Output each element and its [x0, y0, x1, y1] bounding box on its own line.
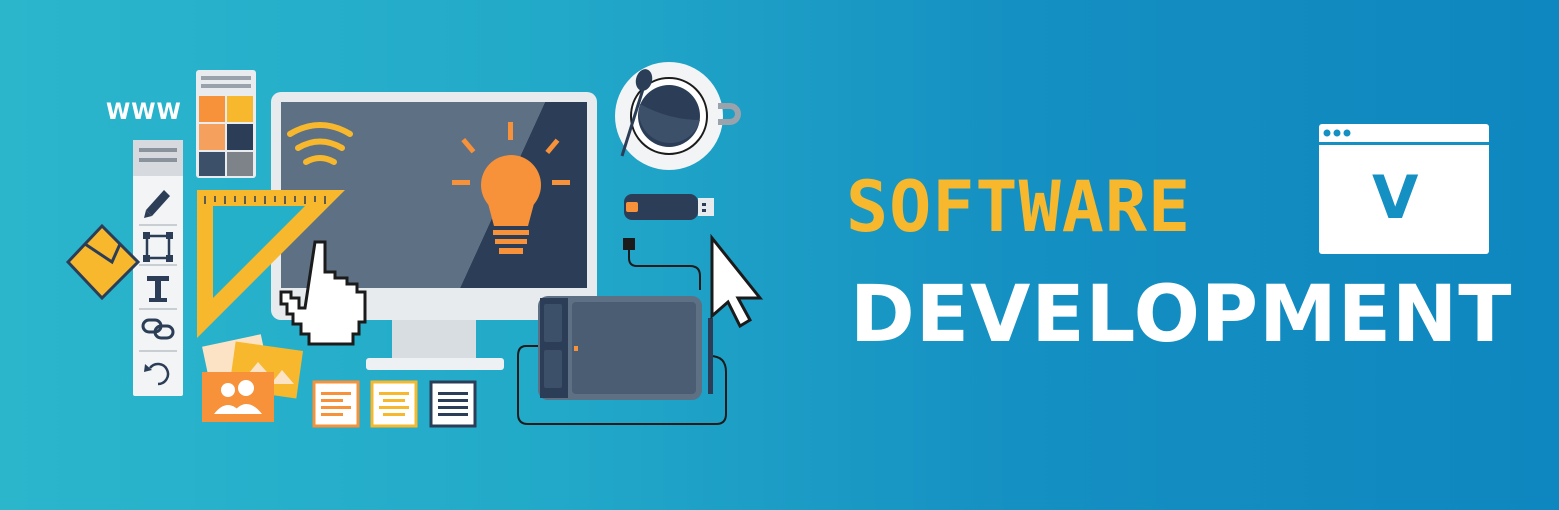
- document-icon: [312, 380, 360, 428]
- usb-drive-icon: [624, 194, 714, 220]
- photos-icon: [202, 334, 304, 422]
- www-label: WWW: [106, 100, 182, 125]
- drawing-tablet-icon: [538, 296, 713, 400]
- document-icon: [370, 380, 418, 428]
- check-mark: V: [1372, 163, 1419, 233]
- toolbar-icon: [133, 140, 183, 396]
- title-software: SOFTWARE: [846, 166, 1192, 248]
- document-icon: [429, 380, 477, 428]
- title-development: DEVELOPMENT: [850, 270, 1513, 360]
- coffee-cup-icon: [615, 62, 741, 170]
- illustration: [65, 62, 1489, 428]
- cursor-arrow-icon: [710, 233, 764, 329]
- envelope-icon: [65, 223, 141, 301]
- software-development-banner: WWW V SOFTWARE DEVELOPMENT: [0, 0, 1559, 510]
- color-palette-icon: [196, 70, 256, 178]
